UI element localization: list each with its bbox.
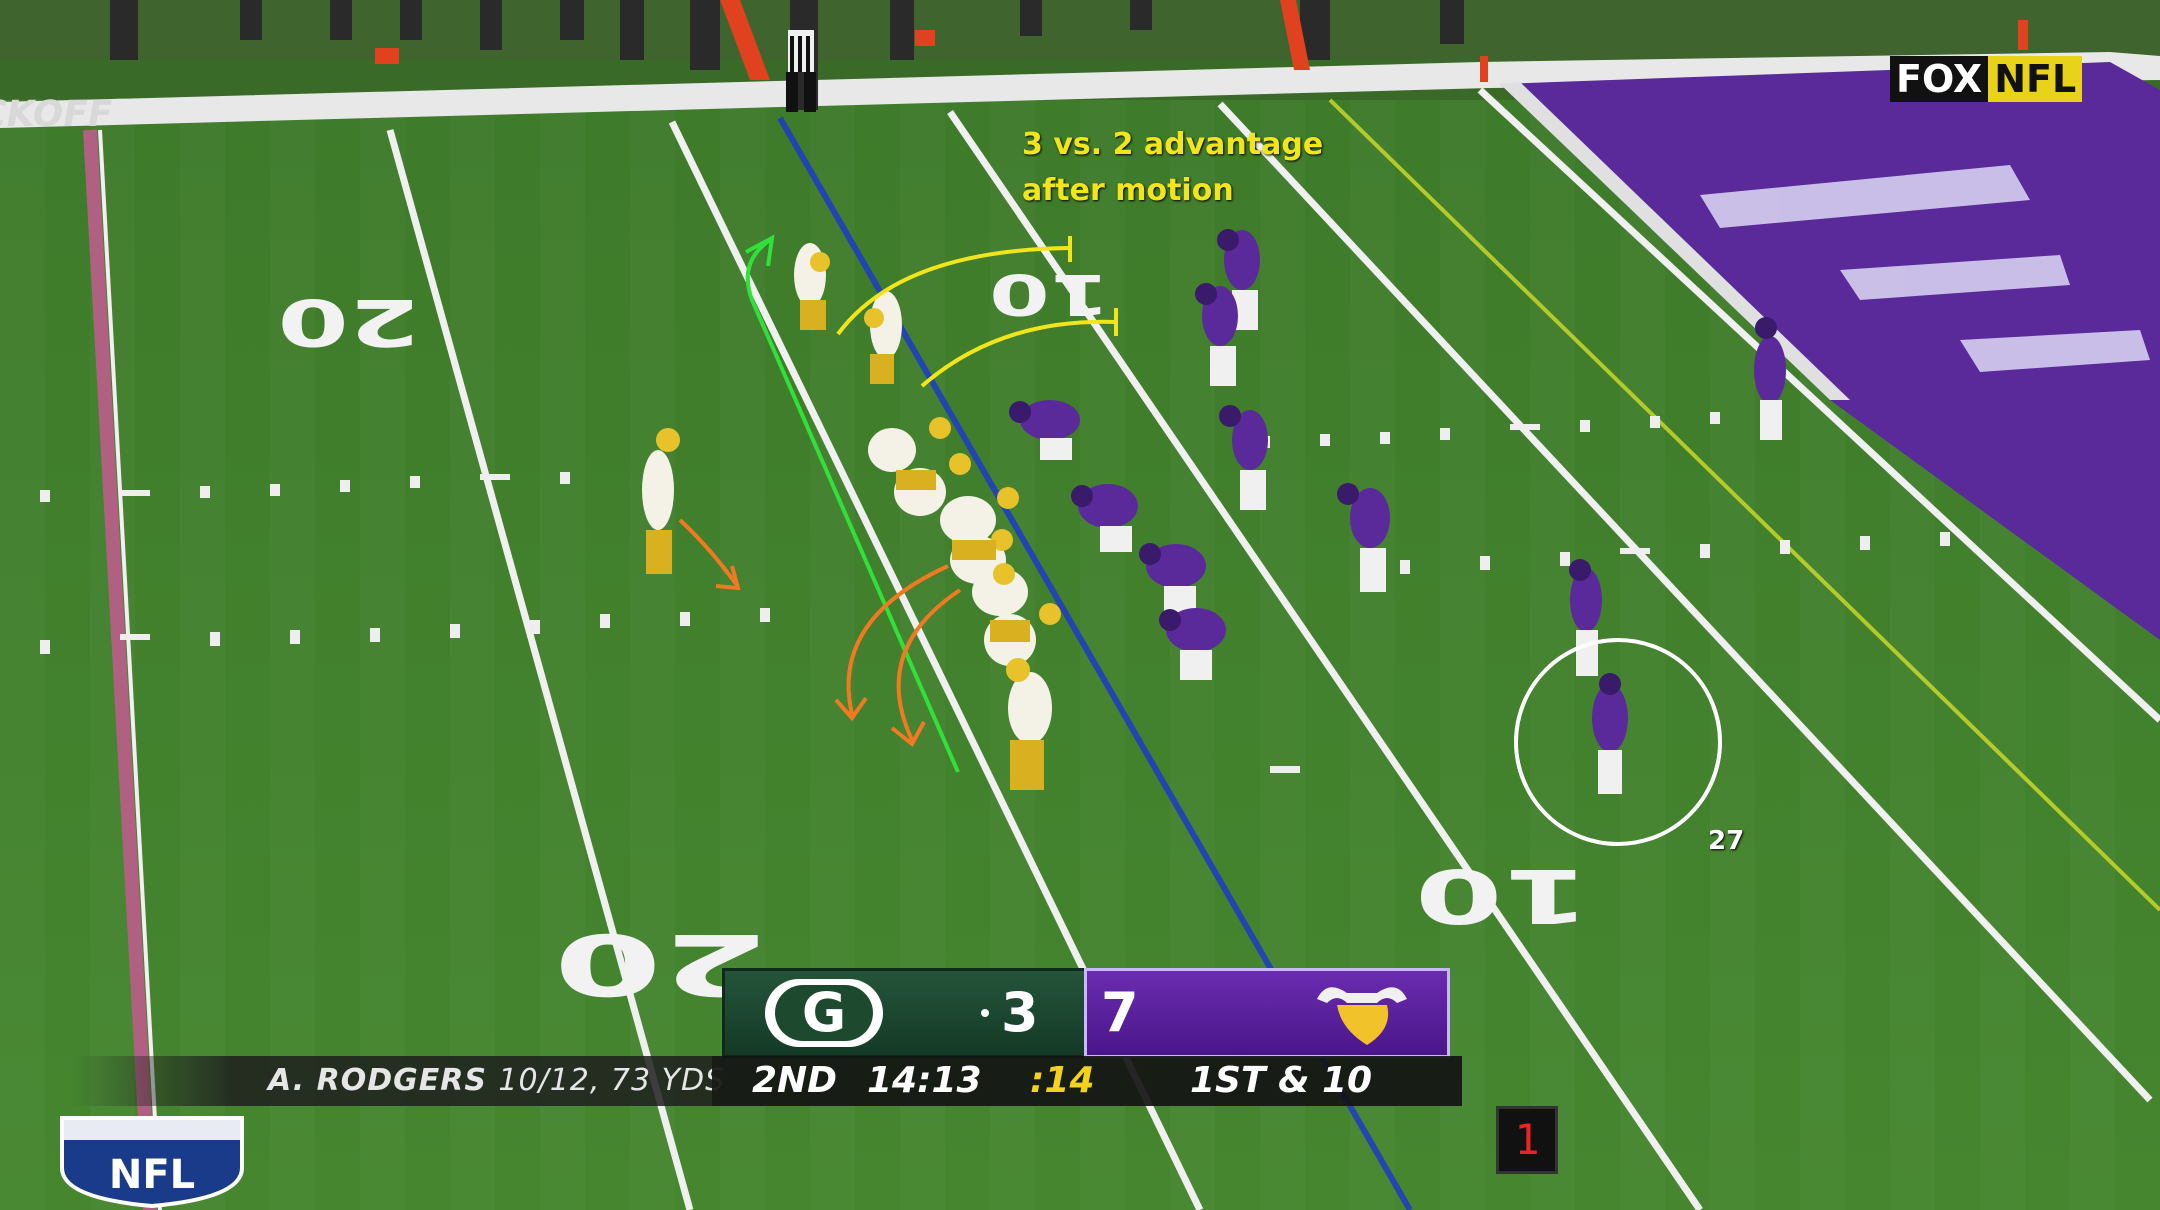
vikings-logo xyxy=(1317,987,1407,1045)
player-stat-name: A. RODGERS xyxy=(268,1063,487,1098)
nfl-shield-logo: NFL xyxy=(60,1116,244,1208)
play-clock: :14 xyxy=(1030,1060,1095,1101)
network-logo-fox: FOX xyxy=(1890,56,1989,102)
game-clock: 14:13 xyxy=(867,1060,982,1101)
broadcast-frame: CKOFF 20 20 10 10 3 vs. 2 advantage afte… xyxy=(0,0,2160,1210)
period: 2ND xyxy=(752,1060,838,1101)
annotation-text: 3 vs. 2 advantage after motion xyxy=(1022,122,1323,214)
home-team-panel: G 3 xyxy=(722,968,1098,1058)
packers-logo-letter: G xyxy=(801,981,847,1044)
scorebug: G 3 7 2ND 14:13 :14 1ST & 10 xyxy=(712,964,1462,1110)
away-team-panel: 7 xyxy=(1084,968,1450,1058)
player-stat-text: A. RODGERS 10/12, 73 YDS xyxy=(268,1056,725,1106)
down-marker: 1 xyxy=(1496,1106,1558,1174)
network-logo: FOX NFL xyxy=(1890,56,2083,102)
game-status-bar: 2ND 14:13 :14 1ST & 10 xyxy=(712,1056,1462,1106)
player-stat-line: 10/12, 73 YDS xyxy=(498,1063,726,1098)
packers-logo: G xyxy=(765,979,883,1047)
endzone-text: CKOFF xyxy=(0,92,116,135)
player-stat-bar: A. RODGERS 10/12, 73 YDS xyxy=(72,1056,724,1106)
yard-number-10-near: 10 xyxy=(1415,852,1590,938)
away-score: 7 xyxy=(1101,981,1139,1044)
yard-number-10-far: 10 xyxy=(989,261,1110,326)
yard-number-20-far: 20 xyxy=(278,284,420,358)
nfl-shield-text: NFL xyxy=(109,1152,195,1198)
network-logo-nfl: NFL xyxy=(1988,56,2083,102)
possession-dot xyxy=(981,1009,989,1017)
highlight-number: 27 xyxy=(1708,826,1745,856)
home-score: 3 xyxy=(1001,981,1039,1044)
down-and-distance: 1ST & 10 xyxy=(1190,1060,1373,1101)
annotation-line-2: after motion xyxy=(1022,173,1234,208)
annotation-line-1: 3 vs. 2 advantage xyxy=(1022,127,1324,162)
